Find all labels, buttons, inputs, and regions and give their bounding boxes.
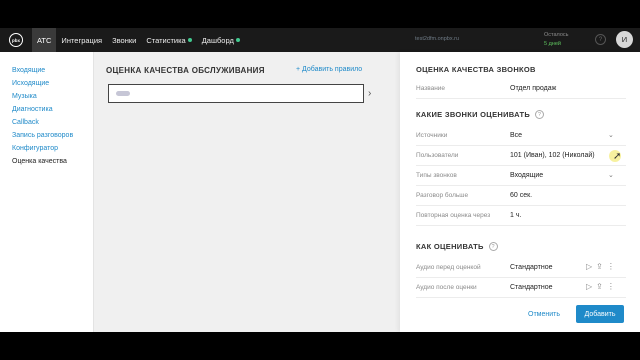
rule-name-placeholder [116,91,130,96]
pbx-logo[interactable]: pbx [9,33,23,47]
call-types-label: Типы звонков [416,172,457,179]
users-row[interactable]: Пользователи 101 (Иван), 102 (Николай) [416,146,626,166]
repeat-row[interactable]: Повторная оценка через 1 ч. [416,206,626,226]
chevron-down-icon[interactable]: ⌄ [608,171,614,179]
sources-select[interactable]: Все [510,132,522,139]
nav-integration-label: Интеграция [61,35,103,45]
rule-settings-panel: ОЦЕНКА КАЧЕСТВА ЗВОНКОВ Название Отдел п… [400,52,640,332]
help-icon[interactable]: ? [595,34,606,45]
nav-calls-label: Звонки [112,35,137,45]
sidebar-item-diagnostics[interactable]: Диагностика [0,103,93,116]
nav-statistics[interactable]: Статистика [141,28,196,52]
panel-title: ОЦЕНКА КАЧЕСТВА ЗВОНКОВ [416,65,536,74]
account-domain: test2dfm.onpbx.ru [415,36,460,42]
sidebar: Входящие Исходящие Музыка Диагностика Ca… [0,52,94,332]
sidebar-item-music[interactable]: Музыка [0,90,93,103]
call-types-row[interactable]: Типы звонков Входящие ⌄ [416,166,626,186]
users-label: Пользователи [416,152,459,159]
upload-icon[interactable]: ⇪ [596,282,603,291]
add-button[interactable]: Добавить [576,305,624,323]
audio-controls: ▷ ⇪ ⋮ [586,282,615,291]
how-rate-heading: КАК ОЦЕНИВАТЬ? [416,242,498,251]
nav-calls[interactable]: Звонки [107,28,141,52]
name-row[interactable]: Название Отдел продаж [416,79,626,99]
repeat-label: Повторная оценка через [416,212,491,219]
audio-after-row[interactable]: Аудио после оценки Стандартное ▷ ⇪ ⋮ [416,278,626,298]
page-title: ОЦЕНКА КАЧЕСТВА ОБСЛУЖИВАНИЯ [106,66,265,75]
audio-before-value[interactable]: Стандартное [510,264,553,271]
sidebar-item-callback[interactable]: Callback [0,116,93,129]
subscription-remaining: Осталось 5 дней [544,31,569,49]
play-icon[interactable]: ▷ [586,262,592,271]
question-icon[interactable]: ? [535,110,545,119]
audio-before-label: Аудио перед оценкой [416,264,481,271]
name-value[interactable]: Отдел продаж [510,85,556,92]
repeat-value[interactable]: 1 ч. [510,212,521,219]
rule-list-item[interactable] [108,84,364,103]
audio-after-label: Аудио после оценки [416,284,477,291]
more-icon[interactable]: ⋮ [607,262,615,271]
sidebar-item-incoming[interactable]: Входящие [0,64,93,77]
sources-label: Источники [416,132,448,139]
upload-icon[interactable]: ⇪ [596,262,603,271]
nav-statistics-label: Статистика [146,35,186,45]
nav-ats-label: АТС [37,35,52,45]
which-calls-heading: КАКИЕ ЗВОНКИ ОЦЕНИВАТЬ? [416,110,545,119]
main-content: ОЦЕНКА КАЧЕСТВА ОБСЛУЖИВАНИЯ + Добавить … [94,52,400,332]
mouse-cursor-icon: ➚ [613,151,622,162]
sidebar-item-call-recording[interactable]: Запись разговоров [0,129,93,142]
main-nav: АТС Интеграция Звонки Статистика Дашборд [32,28,245,52]
users-select[interactable]: 101 (Иван), 102 (Николай) [510,152,595,159]
user-avatar[interactable]: И [616,31,633,48]
sources-row[interactable]: Источники Все ⌄ [416,126,626,146]
sidebar-item-outgoing[interactable]: Исходящие [0,77,93,90]
app-window: pbx АТС Интеграция Звонки Статистика Даш… [0,28,640,332]
name-label: Название [416,85,446,92]
call-types-select[interactable]: Входящие [510,172,543,179]
add-rule-link[interactable]: + Добавить правило [296,66,362,73]
chevron-down-icon[interactable]: ⌄ [608,131,614,139]
sidebar-item-quality-rating[interactable]: Оценка качества [0,155,93,168]
nav-ats[interactable]: АТС [32,28,57,52]
audio-before-row[interactable]: Аудио перед оценкой Стандартное ▷ ⇪ ⋮ [416,258,626,278]
top-bar: pbx АТС Интеграция Звонки Статистика Даш… [0,28,640,52]
cancel-button[interactable]: Отменить [528,311,560,318]
audio-after-value[interactable]: Стандартное [510,284,553,291]
audio-controls: ▷ ⇪ ⋮ [586,262,615,271]
more-icon[interactable]: ⋮ [607,282,615,291]
duration-row[interactable]: Разговор больше 60 сек. [416,186,626,206]
remaining-days: 5 дней [544,41,561,47]
nav-dashboard-label: Дашборд [201,35,234,45]
question-icon[interactable]: ? [488,242,498,251]
sidebar-item-configurator[interactable]: Конфигуратор [0,142,93,155]
nav-dashboard[interactable]: Дашборд [197,28,245,52]
duration-label: Разговор больше [416,192,469,199]
chevron-right-icon[interactable]: › [368,88,371,99]
which-calls-title: КАКИЕ ЗВОНКИ ОЦЕНИВАТЬ [416,110,531,119]
status-dot [235,38,240,42]
nav-integration[interactable]: Интеграция [56,28,107,52]
how-rate-title: КАК ОЦЕНИВАТЬ [416,242,484,251]
remaining-label: Осталось [544,32,569,38]
play-icon[interactable]: ▷ [586,282,592,291]
status-dot [187,38,192,42]
duration-value[interactable]: 60 сек. [510,192,532,199]
